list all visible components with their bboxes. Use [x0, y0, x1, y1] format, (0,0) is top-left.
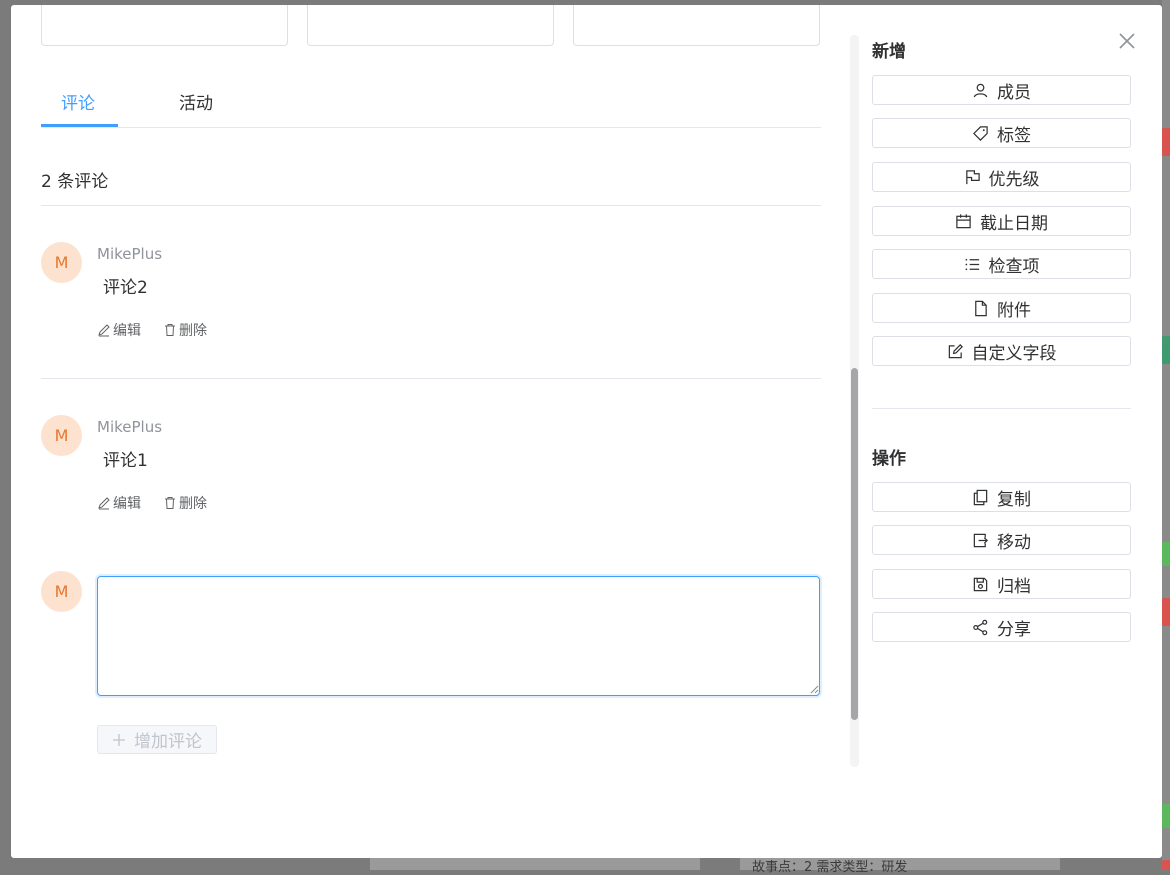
share-icon — [973, 619, 988, 635]
edit-label: 编辑 — [113, 496, 141, 512]
divider — [872, 408, 1131, 409]
trash-icon — [165, 324, 175, 336]
button-label: 截止日期 — [980, 213, 1048, 234]
button-label: 分享 — [997, 619, 1031, 640]
avatar: M — [41, 242, 82, 283]
share-button[interactable]: 分享 — [872, 612, 1131, 642]
button-label: 自定义字段 — [971, 343, 1057, 364]
active-tab-indicator — [41, 124, 118, 127]
button-label: 成员 — [997, 82, 1031, 103]
divider — [41, 205, 821, 206]
add-checklist-button[interactable]: 检查项 — [872, 249, 1131, 279]
add-due-date-button[interactable]: 截止日期 — [872, 206, 1131, 236]
button-label: 附件 — [997, 300, 1031, 321]
close-icon — [1119, 33, 1135, 49]
button-label: 标签 — [997, 125, 1031, 146]
background-tag — [1162, 128, 1170, 156]
delete-label: 删除 — [179, 496, 207, 512]
add-tag-button[interactable]: 标签 — [872, 118, 1131, 148]
delete-comment-button[interactable]: 删除 — [163, 320, 207, 340]
button-label: 检查项 — [988, 256, 1040, 277]
edit-label: 编辑 — [113, 323, 141, 339]
button-label: 复制 — [997, 489, 1031, 510]
comment-text: 评论2 — [103, 278, 148, 298]
move-button[interactable]: 移动 — [872, 525, 1131, 555]
plus-icon — [113, 733, 125, 746]
archive-button[interactable]: 归档 — [872, 569, 1131, 599]
top-field[interactable] — [41, 5, 288, 46]
operations-section-heading: 操作 — [872, 449, 906, 469]
add-attachment-button[interactable]: 附件 — [872, 293, 1131, 323]
pencil-icon — [98, 324, 110, 337]
copy-icon — [973, 489, 988, 505]
edit-icon — [948, 343, 963, 358]
archive-icon — [973, 577, 988, 591]
add-priority-button[interactable]: 优先级 — [872, 162, 1131, 192]
background-tag — [1162, 598, 1170, 626]
move-icon — [973, 533, 988, 547]
comment-author: MikePlus — [97, 245, 163, 263]
background-tag — [1162, 804, 1170, 828]
tab-activity[interactable]: 活动 — [179, 89, 213, 114]
card-detail-dialog: 评论 活动 2 条评论 M MikePlus 评论2 编辑 删除 M MikeP… — [11, 5, 1162, 858]
tag-icon — [973, 125, 988, 141]
edit-comment-button[interactable]: 编辑 — [97, 493, 141, 513]
delete-label: 删除 — [179, 323, 207, 339]
add-custom-field-button[interactable]: 自定义字段 — [872, 336, 1131, 366]
comment-count: 2 条评论 — [41, 172, 109, 192]
background-tag — [1162, 336, 1170, 364]
background-card-text: 故事点：2 需求类型：研发 — [752, 860, 908, 875]
top-field[interactable] — [307, 5, 554, 46]
background-card — [370, 858, 700, 870]
button-label: 移动 — [997, 532, 1031, 553]
delete-comment-button[interactable]: 删除 — [163, 493, 207, 513]
close-button[interactable] — [1117, 31, 1137, 51]
copy-button[interactable]: 复制 — [872, 482, 1131, 512]
scrollbar-thumb[interactable] — [851, 368, 858, 720]
add-comment-button[interactable]: 增加评论 — [97, 725, 217, 754]
background-tag — [1162, 860, 1170, 870]
divider — [41, 378, 821, 379]
flag-icon — [965, 169, 980, 184]
trash-icon — [165, 497, 175, 509]
add-section-heading: 新增 — [872, 42, 906, 62]
avatar: M — [41, 415, 82, 456]
pencil-icon — [98, 497, 110, 510]
comment-author: MikePlus — [97, 418, 163, 436]
file-icon — [975, 300, 987, 316]
detail-tabs: 评论 活动 — [41, 63, 821, 128]
edit-comment-button[interactable]: 编辑 — [97, 320, 141, 340]
list-icon — [965, 258, 979, 270]
comment-input[interactable] — [97, 576, 820, 696]
tab-comments[interactable]: 评论 — [61, 89, 95, 114]
add-member-button[interactable]: 成员 — [872, 75, 1131, 105]
background-tag — [1162, 542, 1170, 566]
comment-text: 评论1 — [103, 451, 148, 471]
current-user-avatar: M — [41, 571, 82, 612]
top-field[interactable] — [573, 5, 820, 46]
calendar-icon — [956, 213, 971, 228]
user-icon — [973, 83, 988, 97]
button-label: 优先级 — [988, 169, 1040, 190]
add-comment-label: 增加评论 — [134, 732, 202, 752]
button-label: 归档 — [997, 576, 1031, 597]
resize-handle-icon[interactable] — [809, 684, 819, 694]
